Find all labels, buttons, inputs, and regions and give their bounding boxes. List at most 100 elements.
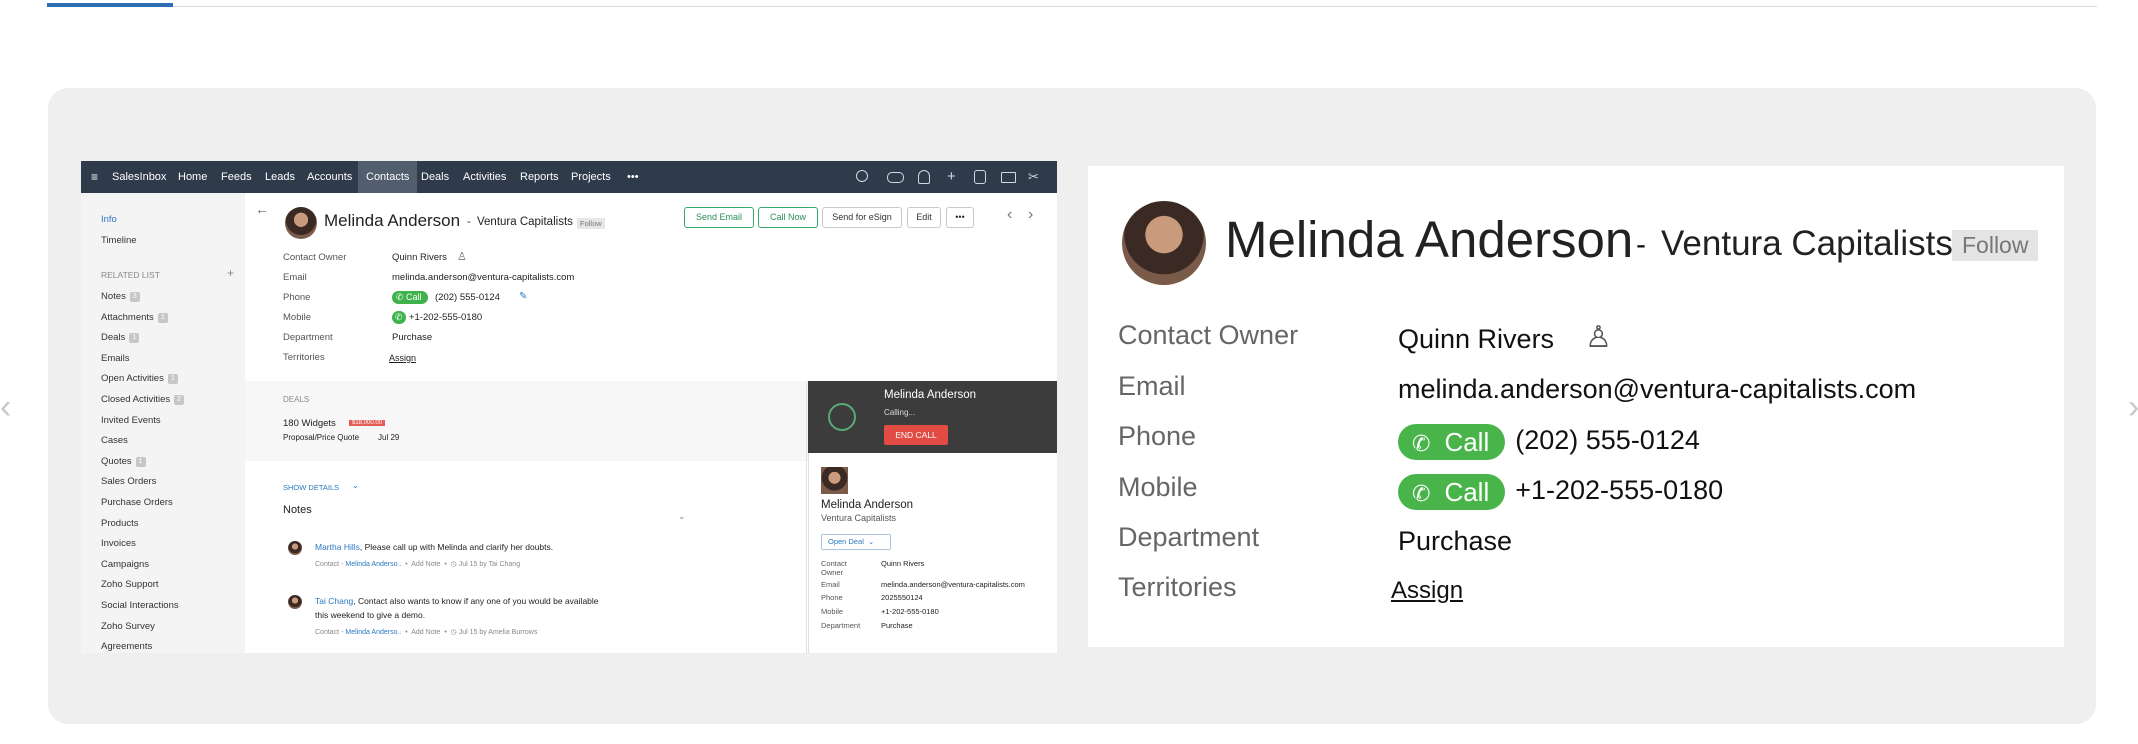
- sidebar-item-cases[interactable]: Cases: [101, 435, 128, 446]
- tab-underline: [47, 6, 2097, 7]
- sidebar-item-label: Zoho Support: [101, 579, 159, 591]
- end-call-button[interactable]: END CALL: [884, 425, 948, 445]
- sidebar-timeline[interactable]: Timeline: [101, 235, 137, 246]
- nav-more-icon[interactable]: •••: [627, 161, 639, 193]
- carousel-next-button[interactable]: ›: [2128, 390, 2138, 424]
- sidebar-item-invited-events[interactable]: Invited Events: [101, 415, 161, 426]
- zoom-label-territories: Territories: [1118, 572, 1237, 602]
- sidebar-item-attachments[interactable]: Attachments 1: [101, 312, 168, 323]
- panel-label-phone: Phone: [821, 593, 843, 602]
- next-record-icon[interactable]: ›: [1028, 206, 1033, 224]
- nav-activities[interactable]: Activities: [463, 161, 506, 193]
- hamburger-icon[interactable]: ≡: [91, 161, 98, 193]
- field-label-territories: Territories: [283, 352, 325, 363]
- nav-leads[interactable]: Leads: [265, 161, 295, 193]
- phone-call-pill[interactable]: ✆ Call: [392, 291, 432, 304]
- nav-accounts[interactable]: Accounts: [307, 161, 352, 193]
- sidebar-info[interactable]: Info: [101, 214, 117, 225]
- sidebar-item-quotes[interactable]: Quotes 1: [101, 456, 146, 467]
- bell-icon[interactable]: [918, 170, 930, 184]
- field-label-contact-owner: Contact Owner: [283, 252, 347, 263]
- chevron-down-icon[interactable]: ⌄: [352, 481, 359, 490]
- sidebar-item-label: Invoices: [101, 538, 136, 550]
- nav-projects[interactable]: Projects: [571, 161, 611, 193]
- back-arrow-icon[interactable]: ←: [255, 201, 269, 217]
- sidebar-item-closed-activities[interactable]: Closed Activities 2: [101, 394, 185, 405]
- zoom-contact-name: Melinda Anderson: [1225, 211, 1634, 268]
- sidebar-item-campaigns[interactable]: Campaigns: [101, 559, 149, 570]
- tools-icon[interactable]: ✂: [1028, 161, 1039, 193]
- send-for-esign-button[interactable]: Send for eSign: [822, 207, 902, 228]
- phone-icon: ✆: [1412, 481, 1431, 506]
- zoom-label-email: Email: [1118, 371, 1186, 401]
- count-badge: 1: [135, 456, 146, 467]
- related-add-icon[interactable]: +: [227, 266, 234, 280]
- panel-divider: [806, 381, 807, 653]
- call-now-button[interactable]: Call Now: [758, 207, 818, 228]
- panel-label-mobile: Mobile: [821, 607, 844, 616]
- panel-value-mobile: +1-202-555-0180: [881, 607, 939, 616]
- contact-avatar: [285, 207, 317, 239]
- zoom-follow-button[interactable]: Follow: [1952, 230, 2039, 261]
- sidebar-item-label: Invited Events: [101, 414, 161, 426]
- panel-value-email: melinda.anderson@ventura-capitalists.com: [881, 580, 1025, 589]
- sidebar-item-label: Deals: [101, 332, 126, 344]
- deal-name[interactable]: 180 Widgets: [283, 418, 336, 429]
- field-value-phone[interactable]: (202) 555-0124: [435, 292, 500, 303]
- zoom-phone-call-button[interactable]: ✆ Call: [1398, 424, 1506, 460]
- sidebar-item-emails[interactable]: Emails: [101, 353, 130, 364]
- zoom-assign-link[interactable]: Assign: [1391, 577, 1463, 605]
- gamepad-icon[interactable]: [887, 172, 904, 183]
- send-email-button[interactable]: Send Email: [684, 207, 754, 228]
- zoom-owner-user-icon[interactable]: ♙: [1585, 320, 1612, 355]
- more-actions-button[interactable]: •••: [946, 207, 974, 228]
- note-author-avatar: [288, 541, 302, 555]
- sidebar-item-label: Attachments: [101, 311, 154, 323]
- sidebar-item-deals[interactable]: Deals 1: [101, 332, 140, 344]
- edit-button[interactable]: Edit: [907, 207, 941, 228]
- plus-icon[interactable]: +: [947, 161, 956, 193]
- mobile-call-icon[interactable]: ✆: [392, 311, 410, 324]
- owner-user-icon[interactable]: ♙: [457, 250, 467, 263]
- sidebar-item-agreements[interactable]: Agreements: [101, 641, 152, 652]
- zoom-value-mobile[interactable]: +1-202-555-0180: [1515, 475, 1723, 505]
- sidebar-item-open-activities[interactable]: Open Activities 1: [101, 373, 178, 385]
- nav-reports[interactable]: Reports: [520, 161, 559, 193]
- carousel-prev-button[interactable]: ‹: [0, 390, 11, 424]
- follow-button[interactable]: Follow: [577, 218, 605, 229]
- sidebar-item-label: Cases: [101, 435, 128, 447]
- field-value-email[interactable]: melinda.anderson@ventura-capitalists.com: [392, 272, 574, 283]
- sidebar-item-notes[interactable]: Notes 3: [101, 291, 140, 302]
- zoom-value-email[interactable]: melinda.anderson@ventura-capitalists.com: [1398, 374, 1916, 405]
- field-value-mobile[interactable]: +1-202-555-0180: [409, 312, 482, 323]
- sidebar-item-zoho-support[interactable]: Zoho Support: [101, 579, 159, 590]
- contact-photo: [821, 467, 848, 494]
- notes-collapse-icon[interactable]: ⌄: [678, 511, 686, 522]
- sidebar-item-purchase-orders[interactable]: Purchase Orders: [101, 497, 173, 508]
- name-separator: -: [467, 216, 471, 228]
- nav-contacts[interactable]: Contacts: [358, 161, 418, 193]
- phone-icon: ✆: [1412, 431, 1431, 456]
- zoom-mobile-call-button[interactable]: ✆ Call: [1398, 474, 1506, 510]
- nav-home[interactable]: Home: [178, 161, 207, 193]
- notes-icon[interactable]: [974, 170, 986, 184]
- edit-pencil-icon[interactable]: ✎: [519, 291, 527, 302]
- open-deal-dropdown[interactable]: Open Deal ⌄: [821, 534, 891, 550]
- sidebar-item-invoices[interactable]: Invoices: [101, 538, 136, 549]
- nav-feeds[interactable]: Feeds: [221, 161, 252, 193]
- nav-salesinbox[interactable]: SalesInbox: [112, 161, 166, 193]
- search-icon[interactable]: [856, 170, 868, 182]
- mail-icon[interactable]: [1001, 172, 1016, 183]
- assign-link[interactable]: Assign: [389, 353, 416, 363]
- sidebar-item-products[interactable]: Products: [101, 518, 139, 529]
- zoom-value-phone[interactable]: (202) 555-0124: [1515, 425, 1700, 455]
- contact-side-panel: Melinda Anderson Ventura Capitalists Ope…: [808, 453, 1057, 653]
- panel-label-email: Email: [821, 580, 840, 589]
- sidebar-item-social-interactions[interactable]: Social Interactions: [101, 600, 179, 611]
- sidebar-item-sales-orders[interactable]: Sales Orders: [101, 476, 156, 487]
- show-details-link[interactable]: SHOW DETAILS: [283, 483, 339, 492]
- prev-record-icon[interactable]: ‹: [1007, 206, 1012, 224]
- nav-deals[interactable]: Deals: [421, 161, 449, 193]
- sidebar-item-zoho-survey[interactable]: Zoho Survey: [101, 621, 155, 632]
- deal-date: Jul 29: [378, 433, 400, 442]
